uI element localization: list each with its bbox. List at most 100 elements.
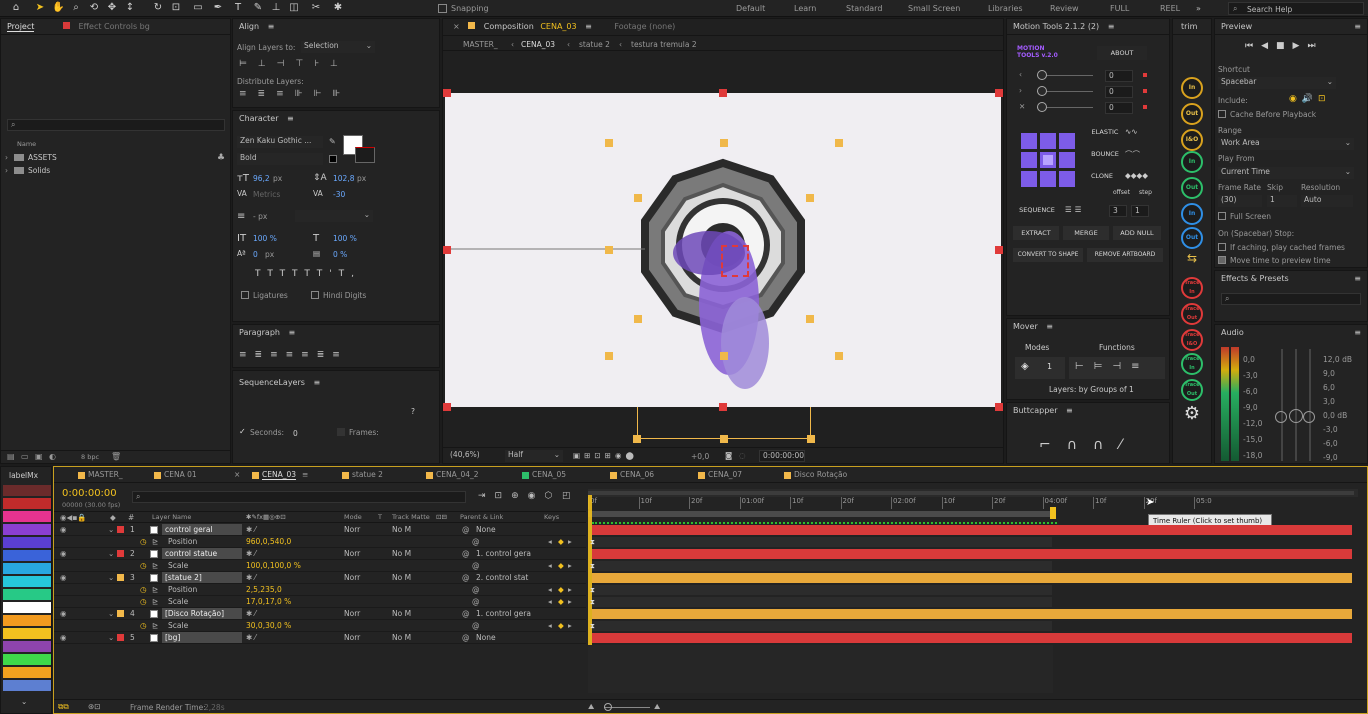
layer-mode[interactable]: Norr [344,525,360,534]
move-time-checkbox[interactable] [1218,256,1226,264]
layer-duration-bar[interactable] [592,525,1352,535]
pickwhip-icon[interactable]: @ [462,609,470,618]
layer-track-matte[interactable]: No M [392,573,411,582]
layer-label-color[interactable] [117,610,124,617]
current-time-field[interactable]: 0:00:00:00 [759,450,805,462]
extract-button[interactable]: EXTRACT [1013,226,1059,240]
property-value[interactable]: 100,0,100,0 % [246,561,301,570]
kerning-value[interactable]: Metrics [253,190,280,199]
navigator-thumb[interactable] [588,491,1354,495]
pan-tool-icon[interactable]: ✥ [106,2,118,14]
keyframe-marker[interactable]: ⧗ [590,622,595,631]
keyframe-marker[interactable]: ⧗ [590,598,595,607]
label-color-swatch[interactable] [3,524,51,535]
layer-handle[interactable] [806,315,814,323]
swap-icon[interactable]: ⇆ [1181,251,1203,271]
label-color-swatch[interactable] [3,550,51,561]
trace-in-out-button[interactable]: Trace I&O [1181,329,1203,351]
prev-keyframe-icon[interactable]: ◂ [548,597,552,606]
camera-icon[interactable]: ◙ [725,451,732,460]
menu-icon[interactable]: ≡ [313,378,320,387]
layer-search-input[interactable]: ⌕ [132,491,466,503]
anchor-grid[interactable] [1021,133,1075,187]
property-value[interactable]: 30,0,30,0 % [246,621,291,630]
interpret-footage-icon[interactable]: ▤ [7,452,15,461]
font-style-select[interactable]: Bold [237,153,323,165]
convert-to-shape-button[interactable]: CONVERT TO SHAPE [1013,248,1083,262]
paragraph-alignment-icons[interactable]: ≡≣≡≡≡≣≡ [239,350,348,360]
layer-name[interactable]: control geral [165,525,213,534]
work-area-navigator[interactable] [588,489,1358,497]
layer-switches-icons[interactable]: ✱ ⁄ [246,549,256,558]
view-options-icons[interactable]: ▣⊞⊡⊞◉⬤ [573,451,638,460]
project-item-assets[interactable]: ASSETS [28,153,57,162]
label-color-swatch[interactable] [3,589,51,600]
workspace-libraries[interactable]: Libraries [988,4,1023,13]
menu-icon[interactable]: ≡ [1354,325,1361,341]
selected-layer-box[interactable] [721,245,749,277]
eraser-tool-icon[interactable]: ◫ [288,2,300,14]
layer-handle[interactable] [720,139,728,147]
tracking-value[interactable]: -30 [333,190,345,199]
label-color-swatch[interactable] [3,498,51,509]
workspace-review[interactable]: Review [1050,4,1079,13]
zoom-select[interactable]: (40,6%) [447,450,487,462]
menu-icon[interactable]: ≡ [1108,22,1115,31]
layer-track-matte[interactable]: No M [392,525,411,534]
composition-tab-name[interactable]: CENA_03 [540,22,576,31]
layer-switches-icons[interactable]: ✱ ⁄ [246,525,256,534]
new-composition-icon[interactable]: ▣ [35,452,43,461]
timeline-tab[interactable]: CENA_06 [620,470,654,479]
close-icon[interactable]: × [453,22,460,31]
eye-icon[interactable]: ◉ [60,633,67,642]
layer-handle[interactable] [605,352,613,360]
label-color-swatch[interactable] [3,576,51,587]
audio-slider-thumb[interactable] [1289,409,1303,423]
workspace-more-icon[interactable]: » [1196,4,1201,13]
transform-handle[interactable] [995,89,1003,97]
layer-parent[interactable]: 1. control gera [476,609,531,618]
workspace-learn[interactable]: Learn [794,4,816,13]
font-size-value[interactable]: 96,2 [253,174,270,183]
layer-handle[interactable] [720,352,728,360]
prev-keyframe-icon[interactable]: ◂ [548,561,552,570]
slider-thumb-1[interactable] [1037,70,1047,80]
layer-mode[interactable]: Norr [344,573,360,582]
align-buttons-icon[interactable]: ⊨⊥⊣⊤⊦⊥ [239,59,349,69]
next-keyframe-icon[interactable]: ▸ [568,561,572,570]
graph-icon[interactable]: ⊵ [152,585,158,594]
chevron-right-icon[interactable]: › [5,166,8,175]
eyedropper-icon[interactable]: ✎ [329,137,336,146]
stopwatch-icon[interactable]: ◷ [140,561,147,570]
menu-icon[interactable]: ≡ [1354,19,1361,34]
menu-icon[interactable]: ≡ [1066,406,1073,415]
expression-pickwhip-icon[interactable]: @ [472,537,480,546]
menu-icon[interactable]: ≡ [1046,322,1053,331]
vertical-scale-value[interactable]: 100 % [253,234,277,243]
layer-handle[interactable] [605,139,613,147]
align-functions-icons[interactable]: ⊢⊨⊣≡ [1075,361,1150,372]
footage-tab[interactable]: Footage (none) [614,22,675,31]
eye-icon[interactable]: ◉ [60,609,67,618]
layer-handle[interactable] [807,435,815,443]
layer-handle[interactable] [835,352,843,360]
baseline-shift-value[interactable]: 0 [253,250,258,259]
label-color-swatch[interactable] [3,641,51,652]
distribute-buttons-icon[interactable]: ≡≣≡⊪⊩⊪ [239,89,351,99]
layer-row[interactable]: ◉ ⌄ 4 [Disco Rotação] ✱ ⁄ Norr No M @ 1.… [54,608,586,620]
layer-parent[interactable]: 2. control stat [476,573,528,582]
bit-depth-label[interactable]: 8 bpc [81,453,99,461]
trim-in-out-button[interactable]: I&O [1181,129,1203,151]
layer-track-matte[interactable]: No M [392,609,411,618]
property-row[interactable]: ◷ ⊵ Scale 17,0,17,0 % @ ◂ ◆ ▸ [54,596,586,608]
project-tab[interactable]: Project [7,22,35,32]
layer-row[interactable]: ◉ ⌄ 2 control statue ✱ ⁄ Norr No M @ 1. … [54,548,586,560]
chevron-down-icon[interactable]: ⌄ [108,609,114,618]
layer-duration-bar[interactable] [592,633,1352,643]
label-color-swatch[interactable] [3,680,51,691]
label-color-swatch[interactable] [3,654,51,665]
switches-column-icons[interactable]: ✱✎fx▦◎⊕⊡ [246,513,286,521]
layer-switches-icons[interactable]: ✱ ⁄ [246,633,256,642]
transform-handle[interactable] [995,246,1003,254]
pickwhip-icon[interactable]: @ [462,525,470,534]
